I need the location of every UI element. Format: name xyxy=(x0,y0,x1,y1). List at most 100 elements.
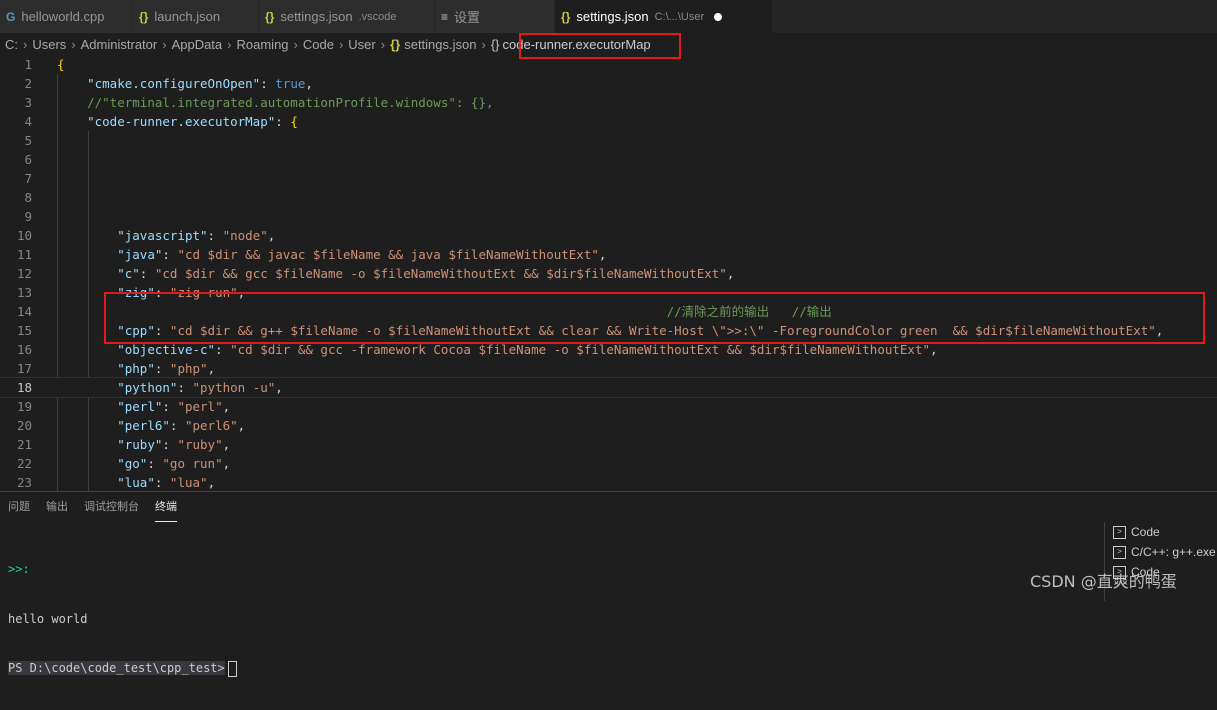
breadcrumb-item[interactable]: Roaming xyxy=(237,37,289,52)
code-line[interactable]: 18 "python": "python -u", xyxy=(0,377,1217,398)
line-code[interactable]: "cmake.configureOnOpen": true, xyxy=(57,74,313,93)
line-number: 10 xyxy=(16,228,32,243)
chevron-right-icon: › xyxy=(162,36,167,52)
line-code[interactable]: "perl": "perl", xyxy=(57,397,230,416)
tab-2[interactable]: {} settings.json .vscode xyxy=(259,0,435,33)
code-line[interactable]: 9 xyxy=(0,207,1217,226)
panel-tab[interactable]: 输出 xyxy=(46,492,68,522)
code-token: "code-runner.executorMap" xyxy=(87,114,276,129)
code-token: "perl6" xyxy=(117,418,170,433)
code-token: "php" xyxy=(117,361,155,376)
code-line[interactable]: 10 "javascript": "node", xyxy=(0,226,1217,245)
code-editor[interactable]: 1{2 "cmake.configureOnOpen": true, 3 //"t… xyxy=(0,54,1217,491)
terminal-prompt-line[interactable]: PS D:\code\code_test\cpp_test> xyxy=(8,660,237,677)
line-code[interactable]: "objective-c": "cd $dir && gcc -framewor… xyxy=(57,340,937,359)
line-code[interactable]: "perl6": "perl6", xyxy=(57,416,245,435)
panel-tab[interactable]: 调试控制台 xyxy=(84,492,139,522)
line-code[interactable]: "c": "cd $dir && gcc $fileName -o $fileN… xyxy=(57,264,734,283)
code-token: "cpp" xyxy=(117,323,155,338)
line-code[interactable]: "cpp": "cd $dir && g++ $fileName -o $fil… xyxy=(57,321,1163,340)
panel-tab[interactable]: 终端 xyxy=(155,492,177,522)
line-code[interactable]: //清除之前的输出 //输出 xyxy=(57,302,832,321)
code-line[interactable]: 2 "cmake.configureOnOpen": true, xyxy=(0,74,1217,93)
code-line[interactable]: 6 xyxy=(0,150,1217,169)
code-token: , xyxy=(237,285,246,300)
code-line[interactable]: 21 "ruby": "ruby", xyxy=(0,435,1217,454)
terminal-list-item[interactable]: > Code xyxy=(1105,522,1217,542)
code-line[interactable]: 23 "lua": "lua", xyxy=(0,473,1217,491)
settings-list-icon: ≡ xyxy=(441,9,449,24)
line-code[interactable]: //"terminal.integrated.automationProfile… xyxy=(57,93,493,112)
line-code[interactable]: "ruby": "ruby", xyxy=(57,435,230,454)
panel-tab[interactable]: 问题 xyxy=(8,492,30,522)
code-token: "cd $dir && gcc $fileName -o $fileNameWi… xyxy=(154,266,727,281)
terminal-list-item[interactable]: > C/C++: g++.exe xyxy=(1105,542,1217,562)
code-token: : xyxy=(147,456,163,471)
line-code[interactable]: "python": "python -u", xyxy=(57,378,283,397)
code-token: "python" xyxy=(117,380,178,395)
tab-0[interactable]: Ghelloworld.cpp xyxy=(0,0,133,33)
line-number: 3 xyxy=(24,95,32,110)
code-token: , xyxy=(275,380,283,395)
code-line[interactable]: 14 //清除之前的输出 //输出 xyxy=(0,302,1217,321)
tab-active-4[interactable]: {} settings.json C:\...\User xyxy=(555,0,773,33)
code-line[interactable]: 13 "zig": "zig run", xyxy=(0,283,1217,302)
code-token: "cmake.configureOnOpen" xyxy=(87,76,261,91)
breadcrumb-item[interactable]: AppData xyxy=(172,37,223,52)
code-line[interactable]: 16 "objective-c": "cd $dir && gcc -frame… xyxy=(0,340,1217,359)
breadcrumb-file[interactable]: settings.json xyxy=(404,37,476,52)
code-line[interactable]: 15 "cpp": "cd $dir && g++ $fileName -o $… xyxy=(0,321,1217,340)
code-line[interactable]: 11 "java": "cd $dir && javac $fileName &… xyxy=(0,245,1217,264)
breadcrumb-item[interactable]: Code xyxy=(303,37,334,52)
code-line[interactable]: 20 "perl6": "perl6", xyxy=(0,416,1217,435)
line-code[interactable]: "java": "cd $dir && javac $fileName && j… xyxy=(57,245,606,264)
code-token: "go" xyxy=(117,456,148,471)
code-line[interactable]: 3 //"terminal.integrated.automationProfi… xyxy=(0,93,1217,112)
json-file-icon: {} xyxy=(561,9,571,24)
line-number: 15 xyxy=(16,323,32,338)
tab-label: settings.json xyxy=(280,9,353,24)
json-file-icon: {} xyxy=(139,9,149,24)
chevron-right-icon: › xyxy=(293,36,298,52)
code-line[interactable]: 17 "php": "php", xyxy=(0,359,1217,378)
code-line[interactable]: 12 "c": "cd $dir && gcc $fileName -o $fi… xyxy=(0,264,1217,283)
code-token: : xyxy=(275,114,291,129)
line-code[interactable]: "zig": "zig run", xyxy=(57,283,245,302)
breadcrumb-item[interactable]: Users xyxy=(32,37,66,52)
line-code[interactable]: "lua": "lua", xyxy=(57,473,215,491)
unsaved-dot-icon[interactable] xyxy=(714,12,723,21)
breadcrumb-item[interactable]: C: xyxy=(5,37,18,52)
line-number: 23 xyxy=(16,475,32,490)
breadcrumb-item[interactable]: User xyxy=(348,37,375,52)
code-line[interactable]: 1{ xyxy=(0,55,1217,74)
code-line[interactable]: 7 xyxy=(0,169,1217,188)
line-number: 21 xyxy=(16,437,32,452)
chevron-right-icon: › xyxy=(23,36,28,52)
code-line[interactable]: 5 xyxy=(0,131,1217,150)
code-line[interactable]: 22 "go": "go run", xyxy=(0,454,1217,473)
line-code[interactable]: "go": "go run", xyxy=(57,454,230,473)
tab-path: .vscode xyxy=(358,10,397,23)
line-code[interactable]: { xyxy=(57,55,65,74)
line-code[interactable]: "javascript": "node", xyxy=(57,226,275,245)
line-code[interactable]: "code-runner.executorMap": { xyxy=(57,112,298,131)
code-token: "perl6" xyxy=(184,418,238,433)
code-token: "java" xyxy=(117,247,163,262)
breadcrumb-key[interactable]: code-runner.executorMap xyxy=(503,37,651,52)
line-code[interactable]: "php": "php", xyxy=(57,359,215,378)
tab-3[interactable]: ≡ 设置 xyxy=(435,0,555,33)
code-line[interactable]: 19 "perl": "perl", xyxy=(0,397,1217,416)
code-token: : xyxy=(139,266,155,281)
breadcrumb-item[interactable]: Administrator xyxy=(81,37,158,52)
code-line[interactable]: 8 xyxy=(0,188,1217,207)
terminal-output[interactable]: >>: hello world PS D:\code\code_test\cpp… xyxy=(8,528,237,710)
line-number: 7 xyxy=(24,171,32,186)
code-line[interactable]: 4 "code-runner.executorMap": { xyxy=(0,112,1217,131)
tab-1[interactable]: {} launch.json xyxy=(133,0,259,33)
tab-label: launch.json xyxy=(154,9,221,24)
code-token: "javascript" xyxy=(117,228,208,243)
